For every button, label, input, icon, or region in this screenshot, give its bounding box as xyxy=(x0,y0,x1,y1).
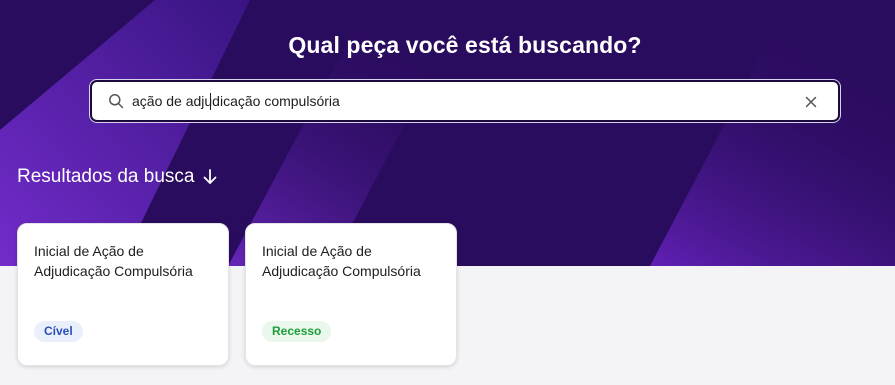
category-badge: Cível xyxy=(34,321,83,342)
result-card-title: Inicial de Ação de Adjudicação Compulsór… xyxy=(262,243,421,279)
results-heading: Resultados da busca xyxy=(17,166,218,188)
results-heading-label: Resultados da busca xyxy=(17,166,195,187)
result-card-title: Inicial de Ação de Adjudicação Compulsór… xyxy=(34,243,193,279)
category-badge: Recesso xyxy=(262,321,332,342)
result-card[interactable]: Inicial de Ação de Adjudicação Compulsór… xyxy=(17,223,229,366)
arrow-down-icon xyxy=(202,168,218,186)
text-cursor xyxy=(210,92,211,110)
result-card[interactable]: Inicial de Ação de Adjudicação Compulsór… xyxy=(245,223,457,366)
search-input[interactable] xyxy=(132,87,772,115)
search-bar[interactable] xyxy=(90,80,840,122)
page-title: Qual peça você está buscando? xyxy=(288,32,642,58)
close-icon[interactable] xyxy=(804,95,818,109)
search-icon xyxy=(108,93,124,109)
